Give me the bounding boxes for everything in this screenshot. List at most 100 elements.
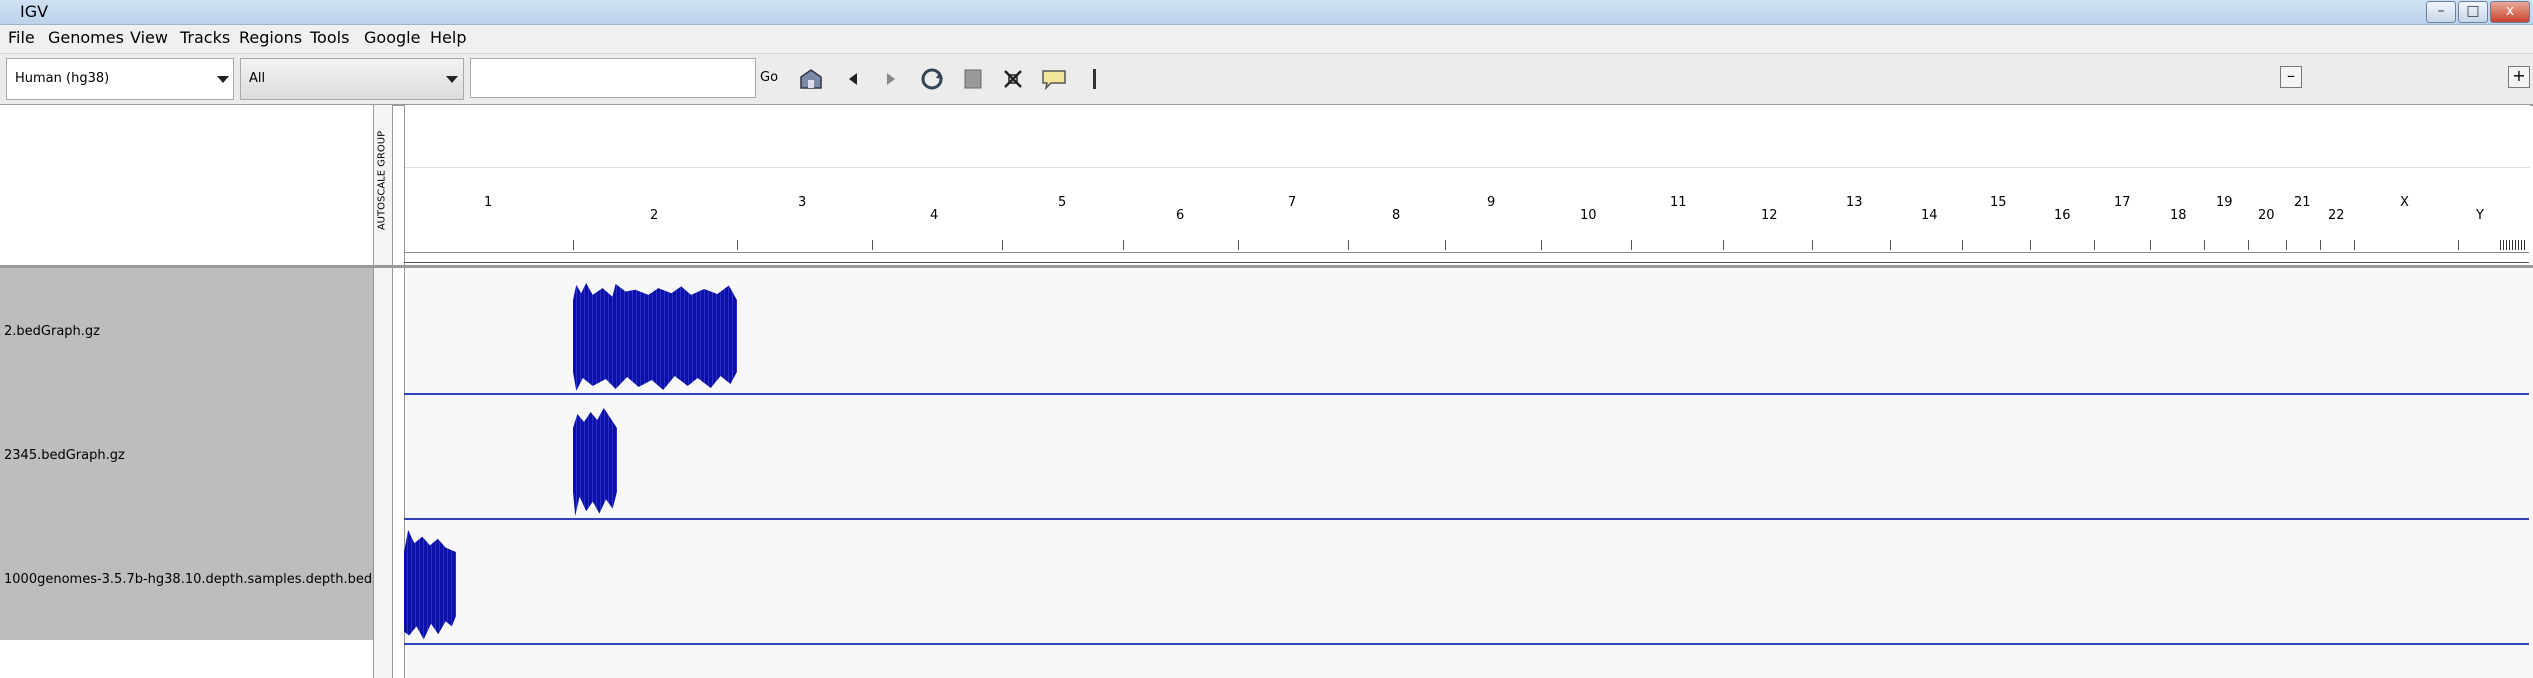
zoom-out-button[interactable]: – <box>2280 66 2302 88</box>
track-name: 2345.bedGraph.gz <box>4 448 125 463</box>
chromosome-label-2[interactable]: 2 <box>650 208 658 223</box>
toolbar: Human (hg38) All Go – + <box>0 54 2533 106</box>
ruler-tick <box>1123 240 1124 250</box>
ruler-tick <box>1890 240 1891 250</box>
track-name-row[interactable]: 2.bedGraph.gz <box>0 268 373 392</box>
minimize-button[interactable]: – <box>2426 1 2456 23</box>
chromosome-label-20[interactable]: 20 <box>2258 208 2275 223</box>
maximize-button[interactable]: □ <box>2458 1 2488 23</box>
popup-info-icon[interactable] <box>1040 66 1066 92</box>
chromosome-label-8[interactable]: 8 <box>1392 208 1400 223</box>
ruler-tick-cluster <box>2500 240 2526 250</box>
chromosome-label-17[interactable]: 17 <box>2114 195 2131 210</box>
ruler-tick <box>2094 240 2095 250</box>
ruler-tick <box>1812 240 1813 250</box>
track-name-row[interactable]: 1000genomes-3.5.7b-hg38.10.depth.samples… <box>0 516 373 640</box>
window-title: IGV <box>20 2 49 21</box>
track-name-row[interactable]: 2345.bedGraph.gz <box>0 392 373 516</box>
ruler-tick <box>1002 240 1003 250</box>
track-name: 2.bedGraph.gz <box>4 324 100 339</box>
zoom-in-button[interactable]: + <box>2508 66 2530 88</box>
chromosome-label-16[interactable]: 16 <box>2054 208 2071 223</box>
ruler-tick <box>1723 240 1724 250</box>
roi-icon[interactable] <box>960 66 986 92</box>
coverage-bars <box>573 428 617 492</box>
genome-value: Human (hg38) <box>15 71 110 86</box>
back-icon[interactable] <box>840 66 866 92</box>
ruler-tick <box>1962 240 1963 250</box>
chromosome-label-x[interactable]: X <box>2400 195 2409 210</box>
chromosome-label-14[interactable]: 14 <box>1921 208 1938 223</box>
chromosome-value: All <box>249 71 266 86</box>
chromosome-label-6[interactable]: 6 <box>1176 208 1184 223</box>
ruler-tick <box>1348 240 1349 250</box>
genome-dropdown[interactable]: Human (hg38) <box>6 58 234 100</box>
chromosome-label-y[interactable]: Y <box>2476 208 2484 223</box>
ruler-bottom-line <box>404 262 2529 263</box>
ruler-tick <box>2030 240 2031 250</box>
chromosome-label-3[interactable]: 3 <box>798 195 806 210</box>
ruler-tick <box>573 240 574 250</box>
ruler-tick <box>737 240 738 250</box>
chromosome-label-13[interactable]: 13 <box>1846 195 1863 210</box>
ruler-tick <box>1541 240 1542 250</box>
ruler-tick <box>2248 240 2249 250</box>
chromosome-label-11[interactable]: 11 <box>1670 195 1687 210</box>
menu-tools[interactable]: Tools <box>310 28 349 47</box>
track-name-panel: 2.bedGraph.gz 2345.bedGraph.gz 1000genom… <box>0 268 374 678</box>
ruler-tick <box>2204 240 2205 250</box>
chromosome-label-7[interactable]: 7 <box>1288 195 1296 210</box>
ruler-baseline <box>404 252 2529 253</box>
coverage-bars <box>404 552 456 616</box>
menu-view[interactable]: View <box>130 28 168 47</box>
chromosome-ruler[interactable] <box>404 105 2530 265</box>
autoscale-group-label: AUTOSCALE GROUP <box>376 130 388 231</box>
chromosome-label-10[interactable]: 10 <box>1580 208 1597 223</box>
chromosome-label-4[interactable]: 4 <box>930 208 938 223</box>
coverage-bars <box>573 300 737 372</box>
menu-regions[interactable]: Regions <box>239 28 302 47</box>
ruler-tick <box>2150 240 2151 250</box>
attribute-panel <box>374 268 393 678</box>
chromosome-label-18[interactable]: 18 <box>2170 208 2187 223</box>
menu-tracks[interactable]: Tracks <box>180 28 230 47</box>
ruler-line-icon[interactable] <box>1082 66 1108 92</box>
chromosome-dropdown[interactable]: All <box>240 58 464 100</box>
ruler-tick <box>1631 240 1632 250</box>
chromosome-label-15[interactable]: 15 <box>1990 195 2007 210</box>
header-name-panel <box>0 105 374 265</box>
menu-google[interactable]: Google <box>364 28 420 47</box>
go-button[interactable]: Go <box>760 70 778 85</box>
menu-file[interactable]: File <box>8 28 35 47</box>
ruler-tick <box>2286 240 2287 250</box>
forward-icon[interactable] <box>878 66 904 92</box>
ruler-tick <box>2354 240 2355 250</box>
title-bar: IGV – □ x <box>0 0 2533 25</box>
chromosome-label-22[interactable]: 22 <box>2328 208 2345 223</box>
chromosome-label-12[interactable]: 12 <box>1761 208 1778 223</box>
track-baseline <box>404 393 2529 395</box>
menu-help[interactable]: Help <box>430 28 466 47</box>
ruler-tick <box>872 240 873 250</box>
attribute-header[interactable]: AUTOSCALE GROUP <box>374 105 393 265</box>
ruler-tick <box>1445 240 1446 250</box>
ruler-tick <box>1238 240 1239 250</box>
chromosome-label-21[interactable]: 21 <box>2294 195 2311 210</box>
refresh-icon[interactable] <box>918 66 944 92</box>
track-name: 1000genomes-3.5.7b-hg38.10.depth.samples… <box>4 572 373 587</box>
ruler-tick <box>2320 240 2321 250</box>
track-baseline <box>404 643 2529 645</box>
chromosome-label-19[interactable]: 19 <box>2216 195 2233 210</box>
track-baseline <box>404 518 2529 520</box>
chromosome-label-1[interactable]: 1 <box>484 195 492 210</box>
chevron-down-icon <box>217 76 229 83</box>
menu-genomes[interactable]: Genomes <box>48 28 124 47</box>
close-button[interactable]: x <box>2490 1 2530 23</box>
chromosome-label-5[interactable]: 5 <box>1058 195 1066 210</box>
chromosome-label-9[interactable]: 9 <box>1487 195 1495 210</box>
locus-search-input[interactable] <box>470 58 756 98</box>
home-icon[interactable] <box>798 66 824 92</box>
resize-icon[interactable] <box>1000 66 1026 92</box>
ruler-tick <box>2458 240 2459 250</box>
ruler-divider <box>405 167 2530 168</box>
